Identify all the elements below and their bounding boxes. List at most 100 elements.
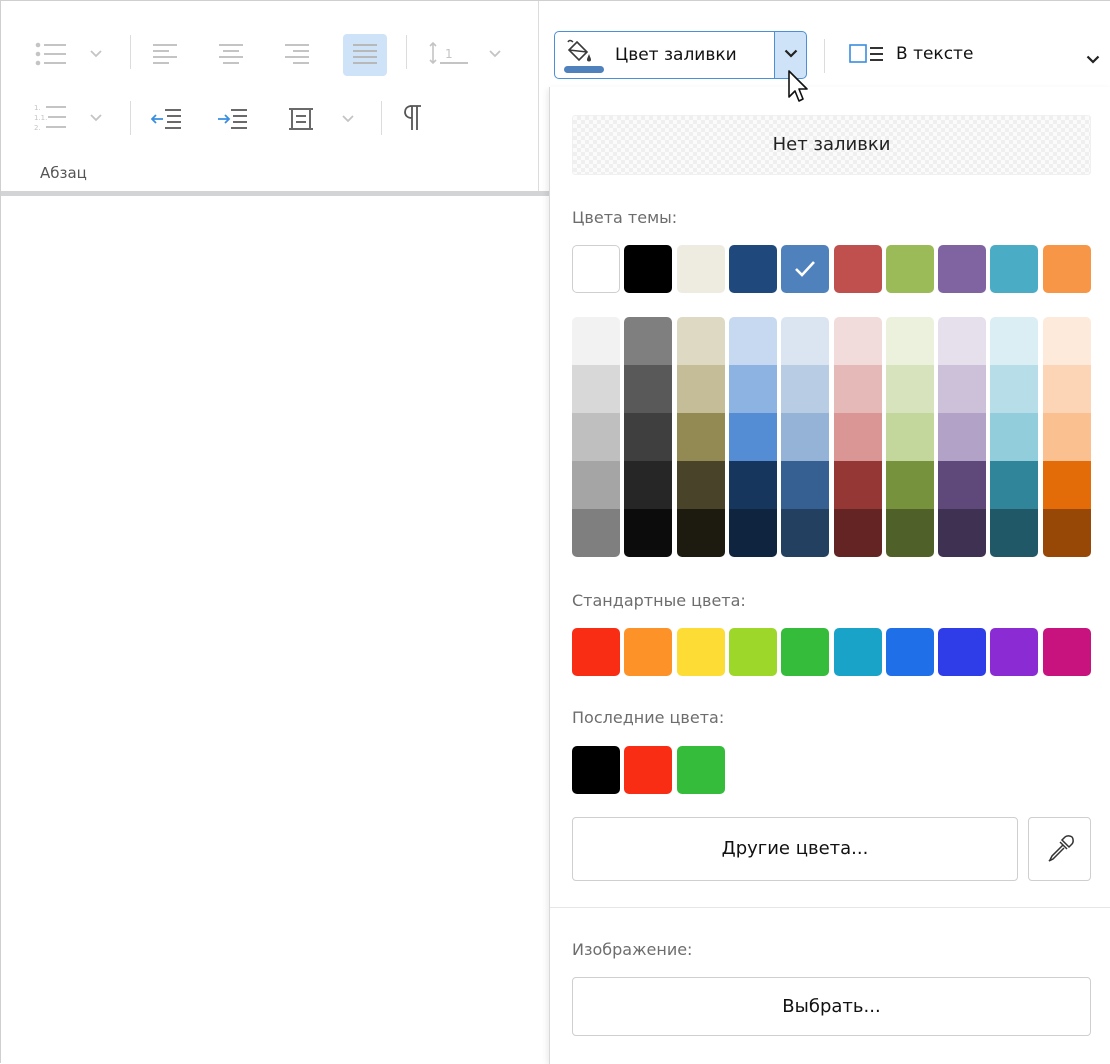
theme-shade-swatch[interactable] — [834, 365, 882, 413]
theme-shade-swatch[interactable] — [834, 461, 882, 509]
theme-shade-swatch[interactable] — [1043, 317, 1091, 365]
theme-color-swatch[interactable] — [938, 245, 986, 293]
paragraph-borders-icon[interactable] — [288, 105, 316, 133]
theme-shade-swatch[interactable] — [1043, 365, 1091, 413]
theme-color-swatch[interactable] — [729, 245, 777, 293]
theme-shade-swatch[interactable] — [886, 413, 934, 461]
theme-shade-swatch[interactable] — [729, 461, 777, 509]
standard-color-swatch[interactable] — [1043, 628, 1091, 676]
numbered-list-icon[interactable]: 1. 1.1. 2. — [34, 102, 74, 136]
theme-shade-swatch[interactable] — [938, 365, 986, 413]
borders-dropdown-chevron-icon[interactable] — [342, 115, 354, 123]
standard-color-swatch[interactable] — [624, 628, 672, 676]
standard-color-swatch[interactable] — [677, 628, 725, 676]
theme-shade-swatch[interactable] — [990, 365, 1038, 413]
justify-icon[interactable] — [343, 34, 387, 76]
theme-shade-swatch[interactable] — [677, 317, 725, 365]
line-spacing-icon[interactable]: 1 — [428, 40, 472, 68]
theme-shade-swatch[interactable] — [938, 413, 986, 461]
choose-image-button[interactable]: Выбрать... — [572, 977, 1091, 1036]
theme-color-swatch[interactable] — [572, 245, 620, 293]
theme-color-swatch[interactable] — [1043, 245, 1091, 293]
theme-shade-swatch[interactable] — [781, 365, 829, 413]
theme-shade-swatch[interactable] — [781, 509, 829, 557]
theme-shade-swatch[interactable] — [572, 413, 620, 461]
numbering-dropdown-chevron-icon[interactable] — [90, 114, 102, 122]
recent-color-swatch[interactable] — [572, 746, 620, 794]
theme-shade-swatch[interactable] — [886, 317, 934, 365]
theme-shade-swatch[interactable] — [990, 413, 1038, 461]
standard-color-swatch[interactable] — [572, 628, 620, 676]
eyedropper-icon — [1048, 835, 1074, 862]
pilcrow-icon[interactable] — [403, 104, 425, 132]
theme-shade-swatch[interactable] — [1043, 461, 1091, 509]
theme-shade-swatch[interactable] — [624, 365, 672, 413]
text-wrap-icon[interactable] — [849, 44, 885, 68]
theme-shade-swatch[interactable] — [781, 413, 829, 461]
text-wrap-label[interactable]: В тексте — [896, 44, 973, 64]
theme-shade-swatch[interactable] — [938, 317, 986, 365]
align-right-icon[interactable] — [285, 42, 311, 66]
theme-shade-swatch[interactable] — [624, 413, 672, 461]
theme-color-swatch[interactable] — [990, 245, 1038, 293]
recent-color-swatch[interactable] — [624, 746, 672, 794]
paragraph-group-label: Абзац — [40, 164, 87, 182]
standard-color-swatch[interactable] — [938, 628, 986, 676]
theme-shade-swatch[interactable] — [572, 509, 620, 557]
theme-shade-swatch[interactable] — [729, 509, 777, 557]
theme-shade-swatch[interactable] — [886, 509, 934, 557]
bulleted-list-icon[interactable] — [34, 42, 74, 68]
theme-shade-swatch[interactable] — [834, 317, 882, 365]
theme-shade-swatch[interactable] — [1043, 413, 1091, 461]
theme-shade-swatch[interactable] — [677, 365, 725, 413]
theme-shade-swatch[interactable] — [677, 413, 725, 461]
theme-shade-swatch[interactable] — [1043, 509, 1091, 557]
theme-color-swatch[interactable] — [886, 245, 934, 293]
theme-shade-swatch[interactable] — [677, 509, 725, 557]
theme-shade-swatch[interactable] — [886, 365, 934, 413]
theme-shade-swatch[interactable] — [624, 317, 672, 365]
fill-color-button[interactable]: Цвет заливки — [554, 31, 780, 79]
theme-color-swatch[interactable] — [677, 245, 725, 293]
theme-shade-swatch[interactable] — [990, 317, 1038, 365]
align-center-icon[interactable] — [219, 42, 245, 66]
theme-color-swatch[interactable] — [834, 245, 882, 293]
theme-shade-swatch[interactable] — [990, 509, 1038, 557]
theme-shade-swatch[interactable] — [990, 461, 1038, 509]
standard-color-swatch[interactable] — [990, 628, 1038, 676]
chevron-down-icon[interactable] — [1086, 50, 1100, 69]
theme-shade-swatch[interactable] — [677, 461, 725, 509]
theme-color-swatch[interactable] — [781, 245, 829, 293]
decrease-indent-icon[interactable] — [151, 107, 183, 131]
other-colors-button[interactable]: Другие цвета... — [572, 817, 1018, 881]
theme-shade-swatch[interactable] — [781, 461, 829, 509]
eyedropper-button[interactable] — [1028, 817, 1091, 881]
ribbon-separator — [130, 35, 131, 69]
standard-color-swatch[interactable] — [886, 628, 934, 676]
bullets-dropdown-chevron-icon[interactable] — [90, 50, 102, 58]
align-left-icon[interactable] — [153, 42, 179, 66]
theme-shade-swatch[interactable] — [624, 461, 672, 509]
standard-color-swatch[interactable] — [834, 628, 882, 676]
theme-shade-swatch[interactable] — [729, 413, 777, 461]
theme-shade-swatch[interactable] — [572, 461, 620, 509]
theme-shade-swatch[interactable] — [572, 317, 620, 365]
standard-color-swatch[interactable] — [729, 628, 777, 676]
theme-shade-swatch[interactable] — [624, 509, 672, 557]
recent-color-swatch[interactable] — [677, 746, 725, 794]
theme-shade-swatch[interactable] — [938, 461, 986, 509]
theme-shade-swatch[interactable] — [572, 365, 620, 413]
theme-shade-swatch[interactable] — [729, 317, 777, 365]
no-fill-button[interactable]: Нет заливки — [572, 115, 1091, 175]
theme-shade-swatch[interactable] — [729, 365, 777, 413]
theme-shade-swatch[interactable] — [834, 413, 882, 461]
line-spacing-dropdown-chevron-icon[interactable] — [489, 50, 501, 58]
standard-color-swatch[interactable] — [781, 628, 829, 676]
increase-indent-icon[interactable] — [217, 107, 249, 131]
theme-color-swatch[interactable] — [624, 245, 672, 293]
theme-shade-swatch[interactable] — [886, 461, 934, 509]
svg-text:2.: 2. — [34, 124, 41, 132]
theme-shade-swatch[interactable] — [781, 317, 829, 365]
theme-shade-swatch[interactable] — [834, 509, 882, 557]
theme-shade-swatch[interactable] — [938, 509, 986, 557]
